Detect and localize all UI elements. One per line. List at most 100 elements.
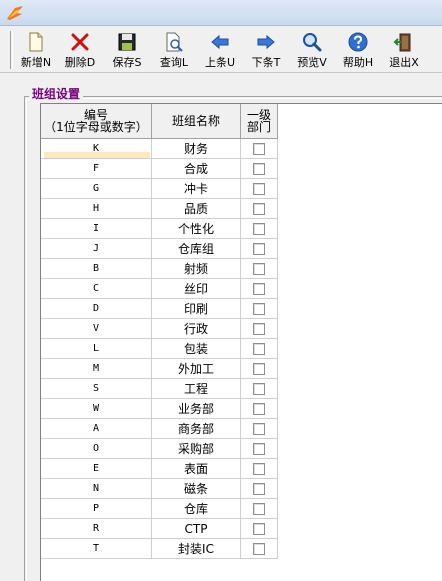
level1-checkbox[interactable] [253,462,265,475]
level1-checkbox[interactable] [253,182,265,195]
cell-name[interactable]: 表面 [152,459,241,479]
cell-name[interactable]: 业务部 [152,399,241,419]
header-code[interactable]: 编号 （1位字母或数字） [41,104,152,139]
level1-checkbox[interactable] [253,282,265,295]
level1-checkbox[interactable] [253,362,265,375]
level1-checkbox[interactable] [253,422,265,435]
cell-name[interactable]: 冲卡 [152,179,241,199]
cell-name[interactable]: 仓库组 [152,239,241,259]
table-row[interactable]: V 行政 [41,319,278,339]
table-row[interactable]: E 表面 [41,459,278,479]
save-button[interactable]: 保存S [105,31,149,71]
cell-code[interactable]: I [41,219,152,239]
level1-checkbox[interactable] [253,142,265,155]
cell-name[interactable]: 磁条 [152,479,241,499]
cell-name[interactable]: 行政 [152,319,241,339]
cell-name[interactable]: 个性化 [152,219,241,239]
exit-button[interactable]: 退出X [382,31,426,71]
level1-checkbox[interactable] [253,202,265,215]
cell-code[interactable]: W [41,399,152,419]
cell-name[interactable]: 工程 [152,379,241,399]
level1-checkbox[interactable] [253,342,265,355]
new-button[interactable]: 新增N [14,31,58,71]
table-row[interactable]: O 采购部 [41,439,278,459]
table-row[interactable]: A 商务部 [41,419,278,439]
cell-name[interactable]: CTP [152,519,241,539]
level1-checkbox[interactable] [253,442,265,455]
level1-checkbox[interactable] [253,322,265,335]
cell-name[interactable]: 仓库 [152,499,241,519]
header-level1[interactable]: 一级 部门 [241,104,278,139]
table-row[interactable]: M 外加工 [41,359,278,379]
table-row[interactable]: L 包装 [41,339,278,359]
table-row[interactable]: N 磁条 [41,479,278,499]
cell-code[interactable]: B [41,259,152,279]
level1-checkbox[interactable] [253,242,265,255]
cell-name[interactable]: 品质 [152,199,241,219]
prev-record-button[interactable]: 上条U [198,31,242,71]
cell-name[interactable]: 包装 [152,339,241,359]
cell-name[interactable]: 财务 [152,139,241,159]
cell-code[interactable]: P [41,499,152,519]
level1-checkbox[interactable] [253,262,265,275]
cell-code[interactable]: K [41,139,152,159]
next-record-button[interactable]: 下条T [244,31,288,71]
cell-code[interactable]: H [41,199,152,219]
delete-button[interactable]: 删除D [58,31,102,71]
cell-code[interactable]: J [41,239,152,259]
cell-code[interactable]: C [41,279,152,299]
table-row[interactable]: G 冲卡 [41,179,278,199]
level1-checkbox[interactable] [253,502,265,515]
cell-name[interactable]: 商务部 [152,419,241,439]
table-row[interactable]: J 仓库组 [41,239,278,259]
level1-checkbox[interactable] [253,222,265,235]
cell-code[interactable]: T [41,539,152,559]
cell-name[interactable]: 外加工 [152,359,241,379]
help-button[interactable]: 帮助H [336,31,380,71]
toolbar-grip[interactable] [10,31,13,69]
cell-name[interactable]: 合成 [152,159,241,179]
table-row[interactable]: W 业务部 [41,399,278,419]
query-button[interactable]: 查询L [152,31,196,71]
level1-checkbox[interactable] [253,382,265,395]
table-row[interactable]: D 印刷 [41,299,278,319]
cell-code[interactable]: E [41,459,152,479]
header-name[interactable]: 班组名称 [152,104,241,139]
cell-code[interactable]: D [41,299,152,319]
table-row[interactable]: H 品质 [41,199,278,219]
cell-name[interactable]: 射频 [152,259,241,279]
team-grid[interactable]: 编号 （1位字母或数字） 班组名称 一级 部门 K 财务 F 合成 G 冲卡 H 品质 I 个性化… [40,103,442,581]
cell-code[interactable]: V [41,319,152,339]
cell-code[interactable]: F [41,159,152,179]
level1-checkbox[interactable] [253,162,265,175]
cell-code-value: R [92,523,100,534]
table-row[interactable]: K 财务 [41,139,278,159]
table-row[interactable]: B 射频 [41,259,278,279]
table-row[interactable]: F 合成 [41,159,278,179]
window-title-bar[interactable] [0,0,442,26]
table-row[interactable]: T 封装IC [41,539,278,559]
cell-code[interactable]: R [41,519,152,539]
cell-code[interactable]: G [41,179,152,199]
cell-code[interactable]: L [41,339,152,359]
cell-name[interactable]: 采购部 [152,439,241,459]
table-row[interactable]: S 工程 [41,379,278,399]
level1-checkbox[interactable] [253,542,265,555]
table-row[interactable]: I 个性化 [41,219,278,239]
cell-name[interactable]: 丝印 [152,279,241,299]
cell-code[interactable]: M [41,359,152,379]
level1-checkbox[interactable] [253,522,265,535]
cell-name[interactable]: 封装IC [152,539,241,559]
level1-checkbox[interactable] [253,302,265,315]
cell-code[interactable]: O [41,439,152,459]
cell-name[interactable]: 印刷 [152,299,241,319]
cell-code[interactable]: N [41,479,152,499]
table-row[interactable]: R CTP [41,519,278,539]
level1-checkbox[interactable] [253,482,265,495]
table-row[interactable]: P 仓库 [41,499,278,519]
table-row[interactable]: C 丝印 [41,279,278,299]
level1-checkbox[interactable] [253,402,265,415]
cell-code[interactable]: A [41,419,152,439]
cell-code[interactable]: S [41,379,152,399]
preview-button[interactable]: 预览V [290,31,334,71]
